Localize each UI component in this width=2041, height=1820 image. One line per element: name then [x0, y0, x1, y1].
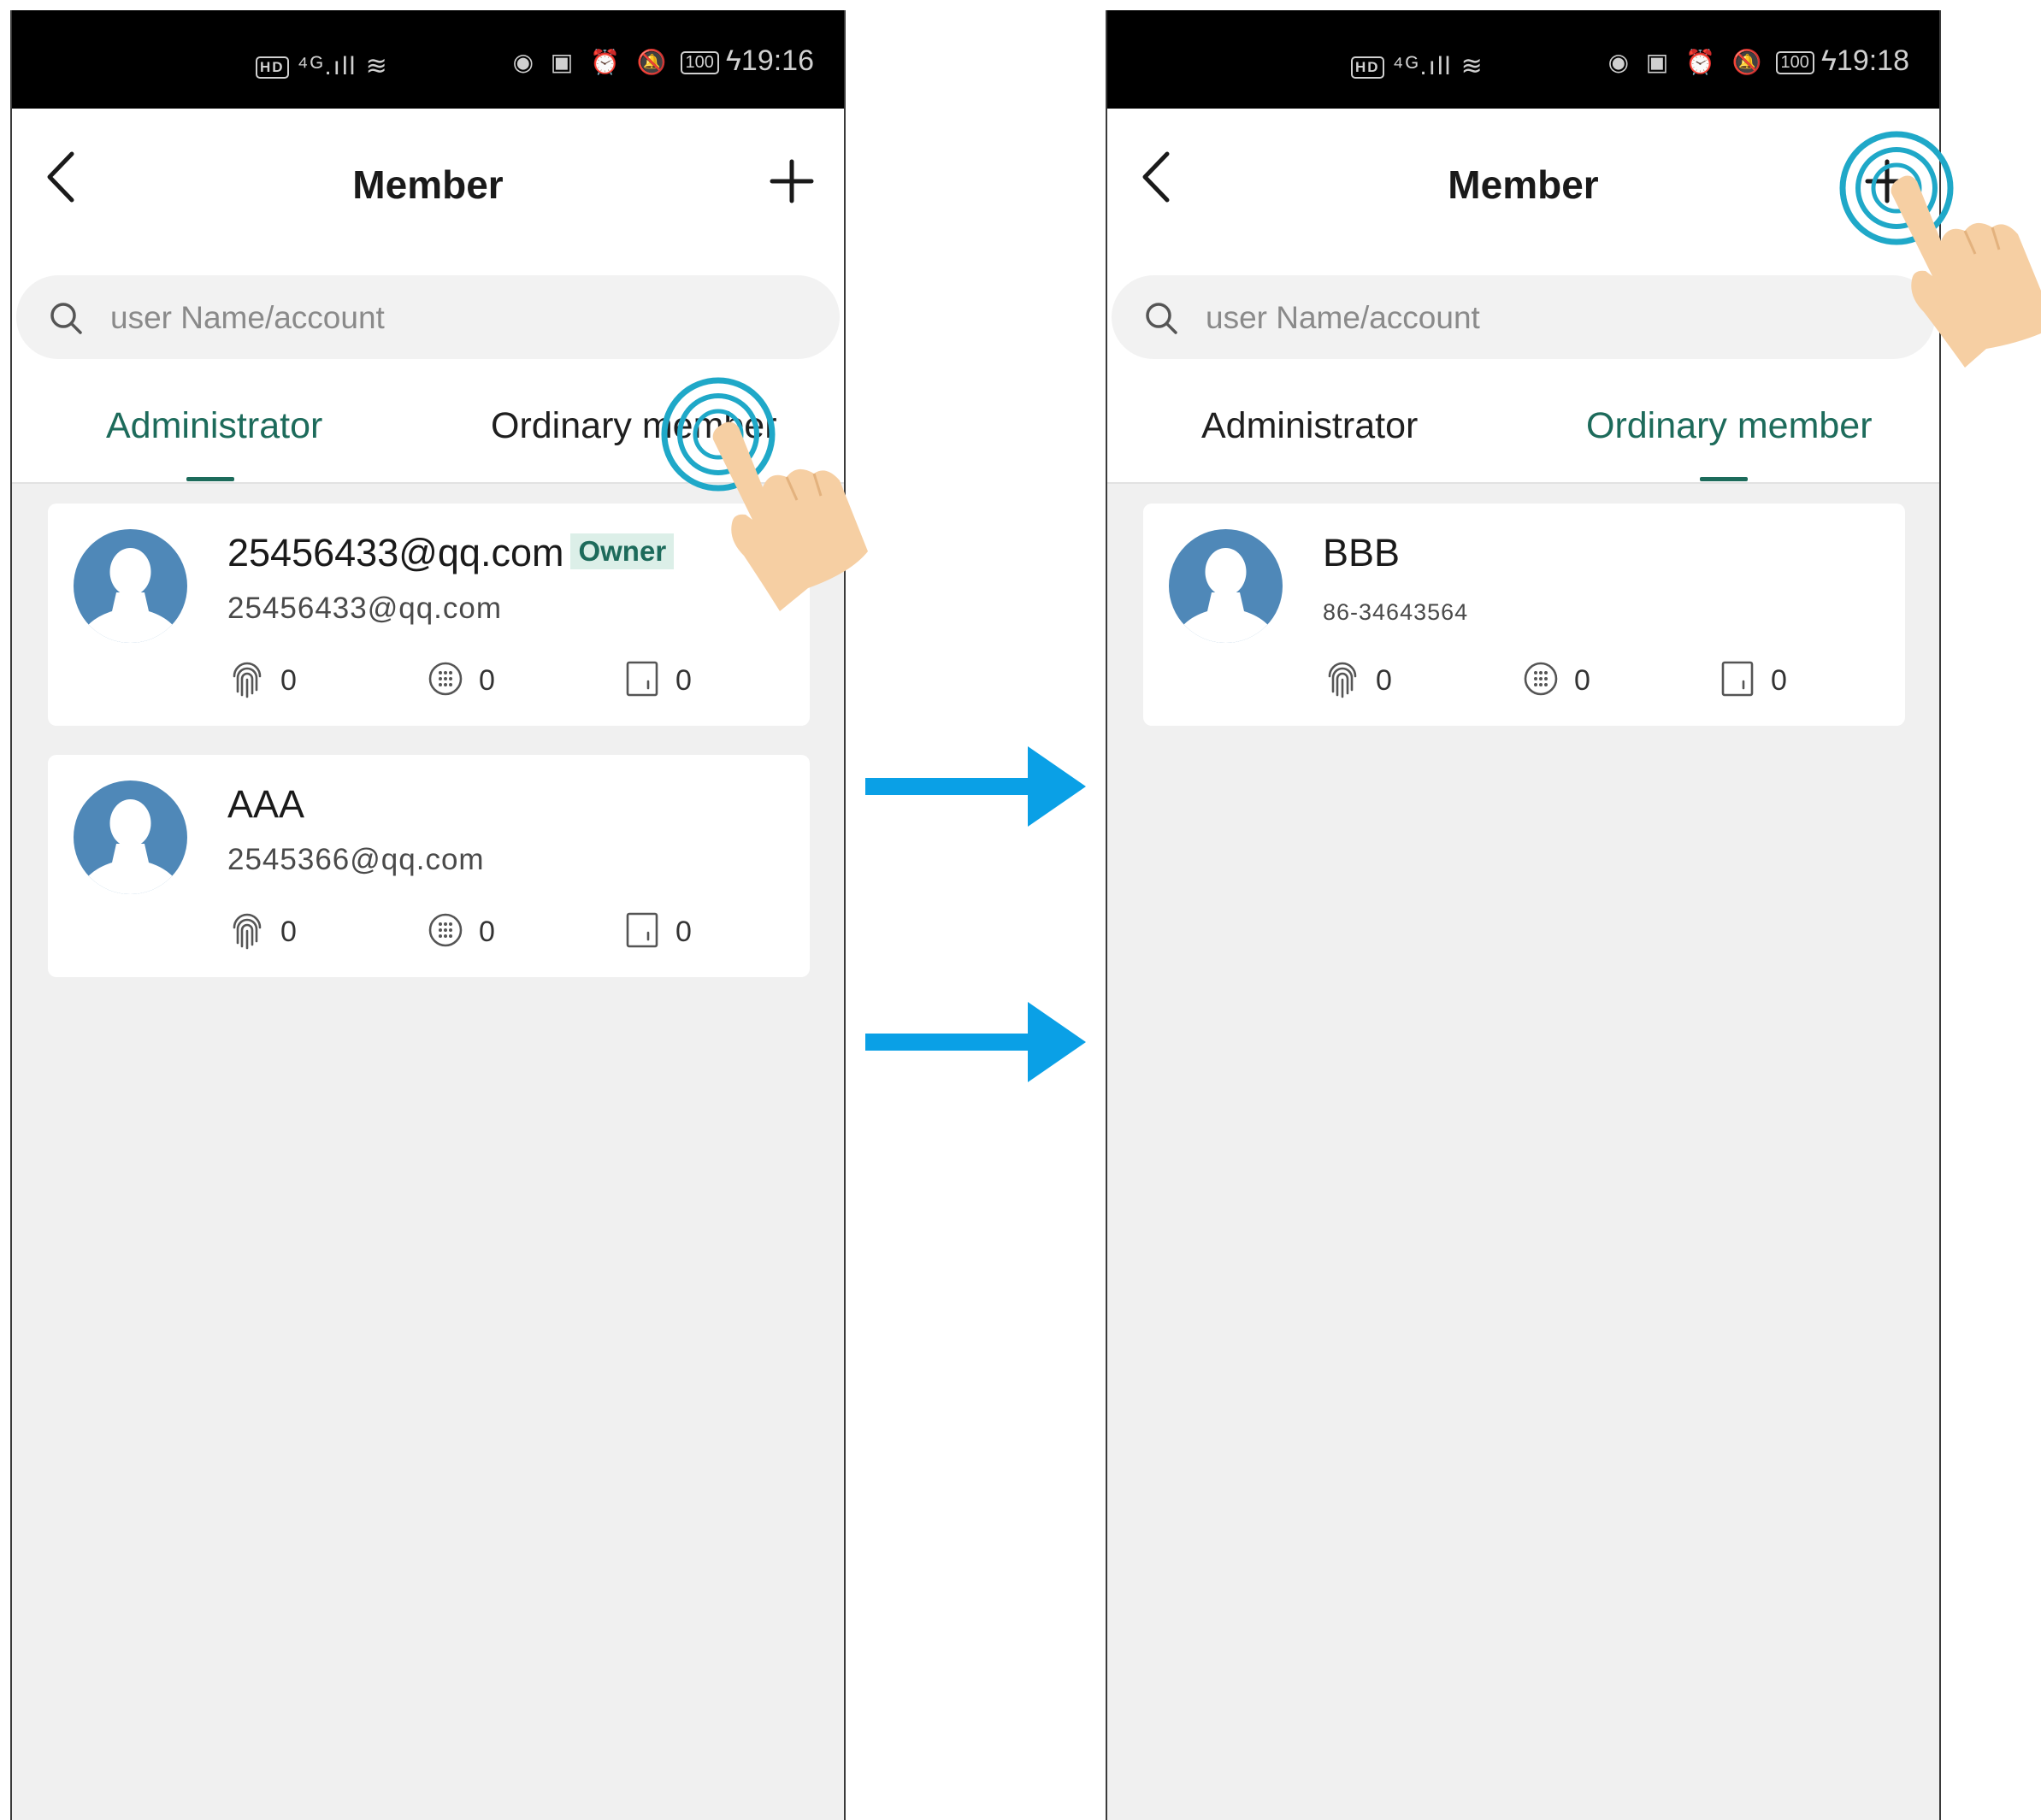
- charging-icon: ϟ: [725, 44, 741, 77]
- status-bar: HD ⁴ᴳ.ıll ≋ ◉ ▣ ⏰ 🔕 100 ϟ19:16: [12, 10, 844, 109]
- keypad-icon: [428, 913, 463, 947]
- hd-icon: HD: [1351, 56, 1384, 80]
- app-header: Member: [1107, 109, 1939, 275]
- status-icons: ◉ ▣ ⏰ 🔕: [1607, 49, 1767, 75]
- battery-icon: 100: [1775, 50, 1814, 74]
- add-member-button[interactable]: [1857, 151, 1917, 211]
- clock: 19:16: [740, 44, 814, 77]
- system-status: ◉ ▣ ⏰ 🔕 100 ϟ19:18: [1608, 44, 1909, 78]
- search-bar[interactable]: [1112, 275, 1935, 359]
- network-status: HD ⁴ᴳ.ıll ≋: [256, 51, 389, 81]
- active-tab-indicator: [186, 477, 234, 481]
- fingerprint-count-value: 0: [280, 664, 297, 697]
- status-icons: ◉ ▣ ⏰ 🔕: [512, 49, 672, 75]
- charging-icon: ϟ: [1820, 44, 1837, 77]
- member-name-text: 25456433@qq.com: [227, 531, 564, 574]
- card-icon: [626, 912, 658, 948]
- member-tabs: Administrator Ordinary member: [12, 369, 844, 484]
- fingerprint-count-value: 0: [1376, 664, 1392, 697]
- member-card[interactable]: 25456433@qq.com Owner 25456433@qq.com 0 0…: [48, 504, 810, 726]
- card-count-value: 0: [675, 916, 692, 948]
- wifi-icon: ≋: [1452, 52, 1484, 80]
- member-account: 2545366@qq.com: [227, 843, 485, 876]
- signal-icon: ⁴ᴳ.ıll: [297, 52, 357, 80]
- password-count-value: 0: [1574, 664, 1590, 697]
- phone-screen-after: HD ⁴ᴳ.ıll ≋ ◉ ▣ ⏰ 🔕 100ϟ19:18 Member Admin…: [1106, 10, 1941, 1820]
- search-area: [1107, 275, 1939, 369]
- search-icon: [1146, 303, 1177, 334]
- fingerprint-icon: [1328, 662, 1357, 698]
- member-card[interactable]: BBB 86-34643564 0 0 0: [1143, 504, 1905, 726]
- member-name: BBB: [1323, 531, 1401, 574]
- member-name: AAA: [227, 782, 305, 826]
- card-icon: [1721, 661, 1754, 697]
- search-icon: [50, 303, 82, 334]
- member-tabs: Administrator Ordinary member: [1107, 369, 1939, 484]
- password-count-value: 0: [479, 916, 495, 948]
- card-count-value: 0: [675, 664, 692, 697]
- search-bar[interactable]: [16, 275, 840, 359]
- add-member-button[interactable]: [762, 151, 822, 211]
- password-count-value: 0: [479, 664, 495, 697]
- card-icon: [626, 661, 658, 697]
- clock: 19:18: [1836, 44, 1909, 77]
- avatar: [1169, 529, 1283, 643]
- page-title: Member: [352, 162, 504, 207]
- avatar: [74, 780, 187, 894]
- active-tab-indicator: [1700, 477, 1748, 481]
- plus-icon: [770, 159, 814, 203]
- member-account: 86-34643564: [1323, 599, 1469, 625]
- network-status: HD ⁴ᴳ.ıll ≋: [1351, 51, 1484, 81]
- search-input[interactable]: [1204, 292, 1720, 344]
- search-input[interactable]: [109, 292, 625, 344]
- wifi-icon: ≋: [357, 52, 389, 80]
- tab-ordinary-member[interactable]: Ordinary member: [491, 405, 777, 447]
- status-bar: HD ⁴ᴳ.ıll ≋ ◉ ▣ ⏰ 🔕 100 ϟ19:18: [1107, 10, 1939, 109]
- right-arrow-icon: [865, 1002, 1086, 1082]
- page-title: Member: [1448, 162, 1599, 207]
- phone-screen-before: HD ⁴ᴳ.ıll ≋ ◉ ▣ ⏰ 🔕 100ϟ19:16 Member Admin…: [10, 10, 846, 1820]
- keypad-icon: [428, 662, 463, 696]
- member-account: 25456433@qq.com: [227, 592, 503, 625]
- right-arrow-icon: [865, 746, 1086, 827]
- fingerprint-icon: [233, 662, 262, 698]
- keypad-icon: [1524, 662, 1558, 696]
- avatar: [74, 529, 187, 643]
- fingerprint-icon: [233, 913, 262, 950]
- app-header: Member: [12, 109, 844, 275]
- plus-icon: [1865, 159, 1909, 203]
- card-count-value: 0: [1771, 664, 1787, 697]
- system-status: ◉ ▣ ⏰ 🔕 100 ϟ19:16: [513, 44, 814, 78]
- member-card[interactable]: AAA 2545366@qq.com 0 0 0: [48, 755, 810, 977]
- hd-icon: HD: [256, 56, 289, 80]
- member-name: 25456433@qq.com Owner: [227, 531, 675, 575]
- signal-icon: ⁴ᴳ.ıll: [1392, 52, 1453, 80]
- search-area: [12, 275, 844, 369]
- fingerprint-count-value: 0: [280, 916, 297, 948]
- tab-ordinary-member[interactable]: Ordinary member: [1586, 405, 1873, 447]
- tab-administrator[interactable]: Administrator: [106, 405, 322, 447]
- battery-icon: 100: [680, 50, 719, 74]
- owner-badge: Owner: [570, 533, 675, 569]
- tab-administrator[interactable]: Administrator: [1201, 405, 1418, 447]
